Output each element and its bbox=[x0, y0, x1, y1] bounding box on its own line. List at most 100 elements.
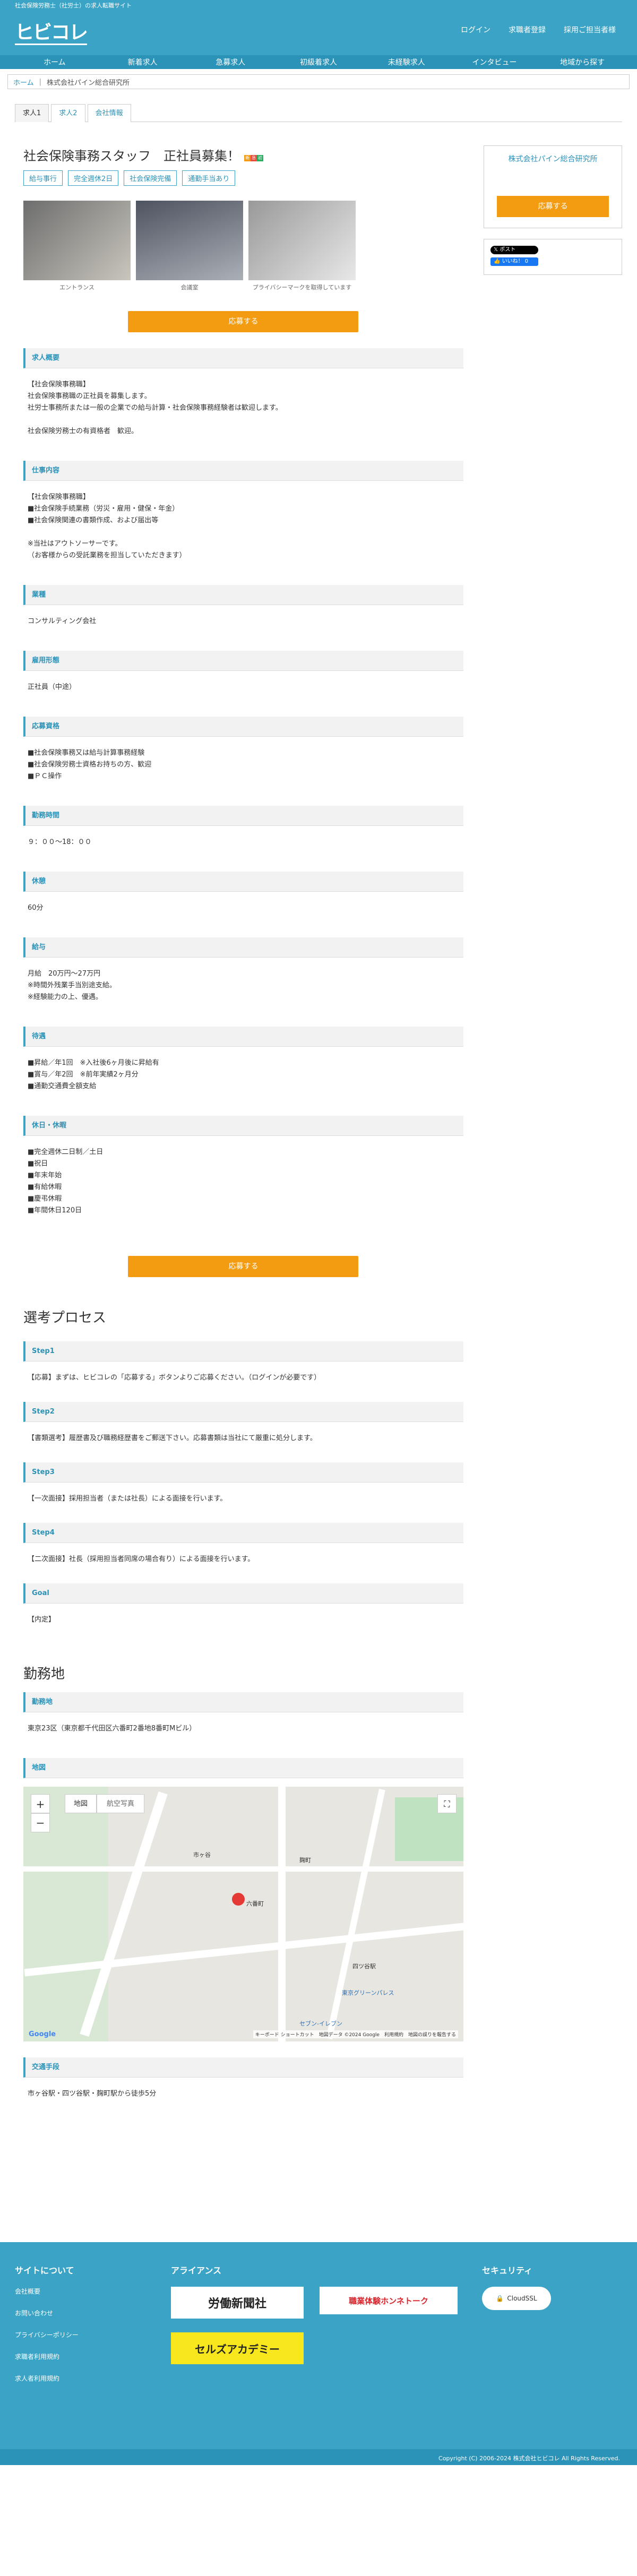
header: ヒビコレ ログイン 求職者登録 採用ご担当者様 bbox=[0, 10, 637, 55]
breadcrumb-home[interactable]: ホーム bbox=[13, 77, 34, 87]
nav-beginner[interactable]: 初級着求人 bbox=[274, 57, 363, 67]
thumbs-up-icon: 👍 bbox=[493, 259, 502, 264]
footer-link[interactable]: お問い合わせ bbox=[15, 2308, 79, 2317]
urgent-icon: 急 bbox=[251, 154, 257, 161]
employer-link[interactable]: 採用ご担当者様 bbox=[564, 24, 616, 35]
footer-alliance: アライアンス 労働新聞社 セルズアカデミー 職業体験ホンネトーク bbox=[171, 2263, 458, 2378]
footer-heading: セキュリティ bbox=[482, 2265, 533, 2276]
fullscreen-icon[interactable]: ⛶ bbox=[437, 1794, 457, 1813]
register-link[interactable]: 求職者登録 bbox=[509, 24, 546, 35]
section-heading: 休憩 bbox=[23, 872, 463, 892]
zoom-in-button[interactable]: + bbox=[31, 1794, 50, 1813]
photo-entrance[interactable]: エントランス bbox=[23, 201, 131, 292]
apply-button[interactable]: 応募する bbox=[128, 311, 359, 332]
map-label: 四ツ谷駅 bbox=[352, 1963, 376, 1970]
section-heading: 交通手段 bbox=[23, 2057, 463, 2078]
honne-talk-banner[interactable]: 職業体験ホンネトーク bbox=[320, 2287, 458, 2314]
tab-company[interactable]: 会社情報 bbox=[87, 104, 131, 122]
photo-privacy-mark[interactable]: プライバシーマークを取得しています bbox=[248, 201, 356, 292]
section-body: 東京23区（東京都千代田区六番町2番地8番町Mビル） bbox=[28, 1725, 196, 1733]
section-body: ■昇給／年1回 ※入社後6ヶ月後に昇給有 ■賞与／年2回 ※前年実績2ヶ月分 ■… bbox=[28, 1059, 159, 1090]
section-body: ■完全週休二日制／土日 ■祝日 ■年末年始 ■有給休暇 ■慶弔休暇 ■年間休日1… bbox=[28, 1148, 104, 1214]
content-section: Step4 【二次面接】社長（採用担当者同席の場合有り）による面接を行います。 bbox=[23, 1523, 463, 1573]
sidebar-company-link[interactable]: 株式会社パイン総合研究所 bbox=[497, 153, 609, 164]
map-label: 東京グリーンパレス bbox=[342, 1989, 394, 1996]
nav-inexperienced[interactable]: 未経験求人 bbox=[363, 57, 451, 67]
map-type-satellite[interactable]: 航空写真 bbox=[97, 1794, 144, 1813]
content-section: 業種コンサルティング会社 bbox=[23, 585, 463, 635]
section-heading: 休日・休暇 bbox=[23, 1116, 463, 1136]
map-footer[interactable]: キーボード ショートカット 地図データ ©2024 Google 利用規約 地図… bbox=[253, 2030, 458, 2038]
footer-link[interactable]: 会社概要 bbox=[15, 2287, 79, 2296]
section-heading: 業種 bbox=[23, 585, 463, 605]
apply-button-bottom[interactable]: 応募する bbox=[128, 1256, 359, 1277]
feature-icons: 新急初 bbox=[244, 148, 263, 162]
job-badges: 給与事行 完全週休2日 社会保険完備 通勤手当あり bbox=[23, 170, 463, 186]
footer-link[interactable]: 求職者利用規約 bbox=[15, 2352, 79, 2361]
zoom-out-button[interactable]: − bbox=[31, 1813, 50, 1832]
content-section: Step1 【応募】まずは、ヒビコレの「応募する」ボタンよりご応募ください。（ログ… bbox=[23, 1341, 463, 1391]
section-access: 交通手段 市ヶ谷駅・四ツ谷駅・麹町駅から徒歩5分 bbox=[23, 2057, 463, 2107]
x-icon: 𝕏 bbox=[493, 247, 500, 253]
site-logo[interactable]: ヒビコレ bbox=[15, 17, 88, 45]
section-heading: Step3 bbox=[23, 1462, 463, 1483]
section-body: 【社会保険事務職】 ■社会保険手続業務（労災・雇用・健保・年金） ■社会保険関連… bbox=[28, 493, 186, 559]
map-pin-icon[interactable] bbox=[232, 1893, 245, 1906]
footer-link[interactable]: 求人者利用規約 bbox=[15, 2374, 79, 2383]
content-section: 求人概要 【社会保険事務職】 社会保険事務職の正社員を募集します。 社労士事務所ま… bbox=[23, 348, 463, 445]
footer-link[interactable]: プライバシーポリシー bbox=[15, 2330, 79, 2339]
company-card: 株式会社パイン総合研究所 応募する bbox=[483, 145, 622, 228]
section-map: 地図 + − 地図 航空写真 ⛶ 六番町 麹町 市ヶ谷 四ツ谷駅 東京グリーンパ… bbox=[23, 1758, 463, 2041]
section-body: 市ヶ谷駅・四ツ谷駅・麹町駅から徒歩5分 bbox=[28, 2090, 157, 2098]
nav-urgent[interactable]: 急募求人 bbox=[186, 57, 274, 67]
nav-home[interactable]: ホーム bbox=[11, 57, 99, 67]
section-body: 月給 20万円～27万円 ※時間外残業手当別途支給。 ※経験能力の上、優遇。 bbox=[28, 970, 116, 1001]
photo-meeting-room[interactable]: 会議室 bbox=[136, 201, 243, 292]
content-section: 応募資格 ■社会保険事務又は給与計算事務経験 ■社会保険労務士資格お持ちの方、歓迎… bbox=[23, 717, 463, 790]
ssl-seal[interactable]: 🔒 CloudSSL bbox=[482, 2287, 551, 2310]
main-content: 社会保険事務スタッフ 正社員募集！ 新急初 給与事行 完全週休2日 社会保険完備… bbox=[23, 122, 463, 2107]
section-heading: Step1 bbox=[23, 1341, 463, 1362]
rodo-shimbun-banner[interactable]: 労働新聞社 bbox=[171, 2287, 304, 2319]
location-title: 勤務地 bbox=[23, 1666, 65, 1682]
photo-gallery: エントランス 会議室 プライバシーマークを取得しています bbox=[23, 201, 463, 292]
sells-academy-banner[interactable]: セルズアカデミー bbox=[171, 2332, 304, 2364]
content-section: 仕事内容【社会保険事務職】 ■社会保険手続業務（労災・雇用・健保・年金） ■社会… bbox=[23, 461, 463, 569]
content-section: 休日・休暇 ■完全週休二日制／土日 ■祝日 ■年末年始 ■有給休暇 ■慶弔休暇 ■… bbox=[23, 1116, 463, 1224]
section-heading: 勤務地 bbox=[23, 1692, 463, 1712]
post-button[interactable]: 𝕏 ポスト bbox=[490, 246, 538, 254]
section-heading: Goal bbox=[23, 1583, 463, 1604]
section-heading: 給与 bbox=[23, 937, 463, 958]
section-heading: 勤務時間 bbox=[23, 806, 463, 826]
tab-job1[interactable]: 求人1 bbox=[15, 104, 49, 122]
badge: 社会保険完備 bbox=[124, 170, 177, 186]
breadcrumb-separator: | bbox=[39, 77, 42, 86]
google-map[interactable]: + − 地図 航空写真 ⛶ 六番町 麹町 市ヶ谷 四ツ谷駅 東京グリーンパレス … bbox=[23, 1787, 463, 2041]
section-area: 勤務地 東京23区（東京都千代田区六番町2番地8番町Mビル） bbox=[23, 1692, 463, 1742]
login-link[interactable]: ログイン bbox=[461, 24, 490, 35]
nav-region[interactable]: 地域から探す bbox=[538, 57, 626, 67]
section-heading: 求人概要 bbox=[23, 348, 463, 368]
nav-new[interactable]: 新着求人 bbox=[99, 57, 187, 67]
section-body: 正社員（中途） bbox=[28, 683, 76, 691]
like-button[interactable]: 👍 いいね！ 0 bbox=[490, 257, 538, 266]
section-body: ■社会保険事務又は給与計算事務経験 ■社会保険労務士資格お持ちの方、歓迎 ■ＰＣ… bbox=[28, 749, 152, 780]
nav-interview[interactable]: インタビュー bbox=[451, 57, 539, 67]
footer-heading: アライアンス bbox=[171, 2265, 222, 2276]
map-type-map[interactable]: 地図 bbox=[65, 1794, 97, 1813]
footer-about: サイトについて 会社概要 お問い合わせ プライバシーポリシー 求職者利用規約 求… bbox=[15, 2263, 79, 2396]
section-heading: 仕事内容 bbox=[23, 461, 463, 481]
job-tabs: 求人1 求人2 会社情報 bbox=[15, 104, 622, 122]
content-section: Step2 【書類選考】履歴書及び職務経歴書をご郵送下さい。応募書類は当社にて厳重… bbox=[23, 1402, 463, 1452]
tab-job2[interactable]: 求人2 bbox=[51, 104, 85, 122]
copyright: Copyright (C) 2006-2024 株式会社ヒビコレ All Rig… bbox=[0, 2449, 637, 2465]
badge: 給与事行 bbox=[23, 170, 63, 186]
section-body: コンサルティング会社 bbox=[28, 617, 97, 625]
job-title: 社会保険事務スタッフ 正社員募集！ 新急初 bbox=[23, 145, 463, 164]
content-section: 給与月給 20万円～27万円 ※時間外残業手当別途支給。 ※経験能力の上、優遇。 bbox=[23, 937, 463, 1011]
content-section: 休憩 60分 bbox=[23, 872, 463, 921]
content-section: Step3 【一次面接】採用担当者（または社長）による面接を行います。 bbox=[23, 1462, 463, 1512]
sidebar-apply-button[interactable]: 応募する bbox=[496, 196, 609, 217]
header-links: ログイン 求職者登録 採用ご担当者様 bbox=[461, 24, 616, 35]
section-heading: 雇用形態 bbox=[23, 651, 463, 671]
